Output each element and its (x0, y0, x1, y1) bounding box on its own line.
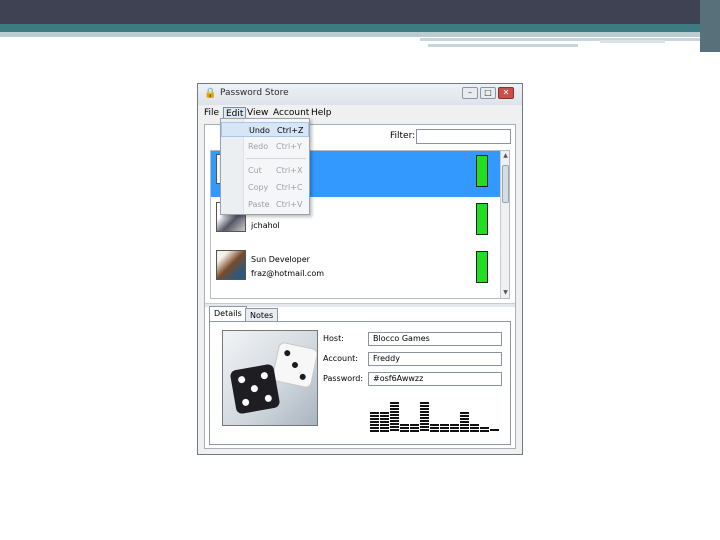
password-strength-meter (370, 396, 500, 432)
title-bar[interactable]: 🔒 Password Store – □ ✕ (198, 84, 522, 105)
edit-menu-dropdown: Undo Ctrl+Z Redo Ctrl+Y Cut Ctrl+X Copy … (220, 118, 310, 215)
account-photo (222, 330, 318, 426)
account-label: Account: (323, 354, 358, 363)
account-name: Sun Developer (251, 255, 310, 264)
slide-deco-line (600, 40, 665, 43)
minimize-button[interactable]: – (462, 87, 478, 99)
menu-help[interactable]: Help (309, 107, 334, 120)
undo-shortcut: Ctrl+Z (277, 126, 304, 135)
dice-image (271, 341, 317, 389)
split-pane-divider[interactable] (205, 303, 515, 307)
menu-item-redo[interactable]: Redo Ctrl+Y (221, 139, 309, 154)
account-row[interactable]: Sun Developer fraz@hotmail.com (211, 247, 501, 293)
filter-label: Filter: (390, 131, 416, 141)
filter-input[interactable] (416, 129, 511, 144)
redo-label: Redo (248, 142, 269, 151)
account-thumbnail (216, 250, 246, 280)
maximize-button[interactable]: □ (480, 87, 496, 99)
menu-file[interactable]: File (202, 107, 221, 120)
padlock-icon: 🔒 (204, 88, 217, 99)
slide-accent-band (0, 24, 720, 32)
redo-shortcut: Ctrl+Y (276, 142, 302, 151)
menu-item-cut[interactable]: Cut Ctrl+X (221, 163, 309, 178)
copy-label: Copy (248, 183, 269, 192)
account-row[interactable] (211, 295, 501, 299)
scrollbar-thumb[interactable] (502, 165, 509, 203)
slide-header-band (0, 0, 720, 24)
cut-shortcut: Ctrl+X (276, 166, 303, 175)
copy-shortcut: Ctrl+C (276, 183, 303, 192)
list-scrollbar[interactable]: ▲ ▼ (500, 151, 509, 298)
strength-indicator (476, 251, 488, 283)
cut-label: Cut (248, 166, 262, 175)
scroll-up-icon[interactable]: ▲ (501, 151, 509, 161)
paste-shortcut: Ctrl+V (276, 200, 303, 209)
undo-label: Undo (249, 126, 270, 135)
account-thumbnail (216, 298, 246, 299)
account-email: fraz@hotmail.com (251, 269, 325, 278)
slide-deco-line (428, 44, 578, 47)
slide-divider-line (0, 32, 700, 37)
paste-label: Paste (248, 200, 270, 209)
menu-item-copy[interactable]: Copy Ctrl+C (221, 180, 309, 195)
host-field[interactable]: Blocco Games (368, 332, 502, 346)
tab-details[interactable]: Details (209, 306, 247, 322)
menu-separator (246, 158, 306, 159)
details-panel: Host: Blocco Games Account: Freddy Passw… (209, 321, 511, 445)
menu-item-paste[interactable]: Paste Ctrl+V (221, 197, 309, 212)
strength-indicator (476, 155, 488, 187)
account-field[interactable]: Freddy (368, 352, 502, 366)
dice-image (229, 363, 281, 415)
window-title: Password Store (220, 88, 289, 98)
password-label: Password: (323, 374, 364, 383)
host-label: Host: (323, 334, 344, 343)
account-email: jchahol (251, 221, 280, 230)
close-button[interactable]: ✕ (498, 87, 514, 99)
menu-item-undo[interactable]: Undo Ctrl+Z (221, 122, 309, 137)
tab-notes[interactable]: Notes (245, 308, 279, 322)
scroll-down-icon[interactable]: ▼ (501, 288, 509, 298)
strength-indicator (476, 203, 488, 235)
password-field[interactable]: #osf6Awwzz (368, 372, 502, 386)
slide-corner-accent (700, 0, 720, 52)
